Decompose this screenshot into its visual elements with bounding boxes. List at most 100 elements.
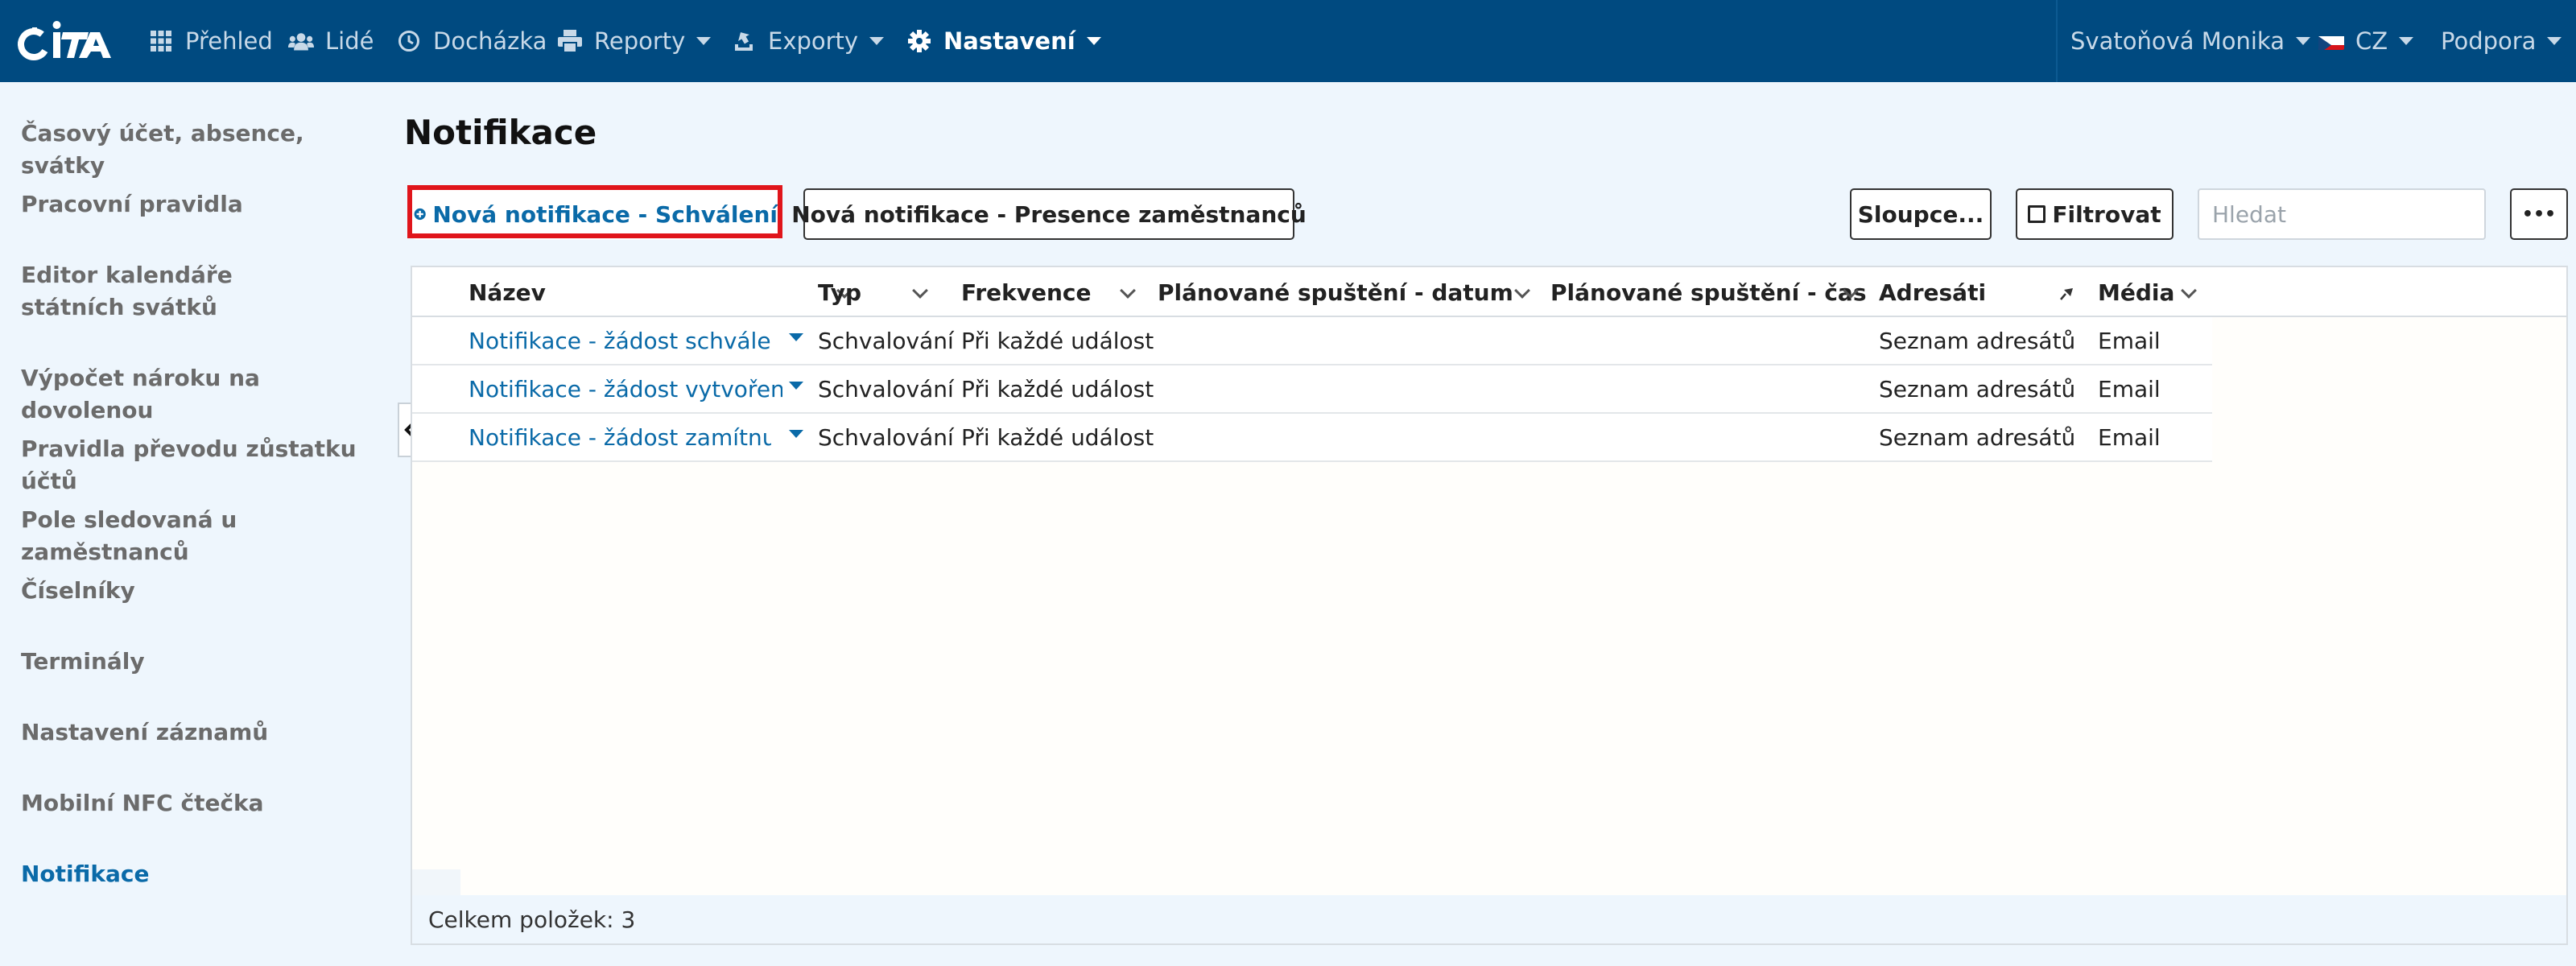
nav-item-exports[interactable]: Exporty	[731, 0, 885, 82]
user-menu[interactable]: Svatoňová Monika	[2070, 0, 2310, 82]
cita-logo[interactable]	[16, 18, 122, 64]
nav-label: Přehled	[185, 27, 273, 55]
sidebar-item-work-rules[interactable]: Pracovní pravidla	[21, 188, 375, 221]
sidebar-item-balance-transfer[interactable]: Pravidla převodu zůstatku účtů	[21, 433, 386, 497]
table-row[interactable]: Notifikace - žádost vytvořena Schvalován…	[412, 365, 2212, 414]
ellipsis-icon: •••	[2521, 204, 2557, 225]
notification-name-link[interactable]: Notifikace - žádost zamítnu...	[469, 414, 771, 460]
nav-label: Exporty	[768, 27, 859, 55]
column-label: Frekvence	[961, 279, 1092, 306]
column-header-type[interactable]: Typ	[818, 267, 955, 317]
nav-item-settings[interactable]: Nastavení	[906, 0, 1101, 82]
column-label: Plánované spuštění - čas	[1550, 279, 1867, 306]
sidebar-item-terminals[interactable]: Terminály	[21, 646, 375, 678]
scheduled-time-cell	[1550, 365, 1872, 412]
support-label: Podpora	[2441, 27, 2537, 55]
chevron-down-icon	[2399, 37, 2414, 45]
columns-button[interactable]: Sloupce...	[1850, 188, 1992, 240]
recipients-cell: Seznam adresátů	[1879, 327, 2076, 354]
nav-label: Docházka	[433, 27, 547, 55]
button-label: Filtrovat	[2052, 200, 2161, 228]
chevron-down-icon	[1514, 283, 1530, 299]
nav-item-overview[interactable]: Přehled	[148, 0, 273, 82]
czech-flag-icon	[2318, 32, 2344, 50]
new-approval-notification-button[interactable]: Nová notifikace - Schválení	[412, 188, 779, 240]
export-icon	[731, 28, 757, 54]
table-row[interactable]: Notifikace - žádost schvále... Schvalová…	[412, 317, 2212, 365]
column-header-frequency[interactable]: Frekvence	[961, 267, 1154, 317]
chevron-down-icon	[2547, 37, 2562, 45]
language-menu[interactable]: CZ	[2318, 0, 2414, 82]
plus-circle-icon	[414, 208, 426, 221]
column-header-scheduled-date[interactable]: Plánované spuštění - datum	[1158, 267, 1544, 317]
printer-icon	[557, 28, 583, 54]
language-label: CZ	[2355, 27, 2388, 55]
scheduled-date-cell	[1158, 317, 1544, 364]
button-label: Sloupce...	[1857, 200, 1984, 228]
caret-down-icon[interactable]	[789, 333, 803, 341]
column-label: Plánované spuštění - datum	[1158, 279, 1513, 306]
notification-name-link[interactable]: Notifikace - žádost schvále...	[469, 317, 771, 364]
media-cell: Email	[2098, 423, 2161, 451]
chevron-down-icon	[2295, 37, 2310, 45]
column-header-media[interactable]: Média	[2098, 267, 2227, 317]
scheduled-time-cell	[1550, 317, 1872, 364]
grid-scroll-corner	[412, 869, 460, 895]
column-header-recipients[interactable]: Adresáti	[1879, 267, 2080, 317]
nav-item-reports[interactable]: Reporty	[557, 0, 712, 82]
chevron-down-icon	[912, 283, 928, 299]
media-cell: Email	[2098, 327, 2161, 354]
table-row[interactable]: Notifikace - žádost zamítnu... Schvalová…	[412, 414, 2212, 462]
users-icon	[288, 28, 314, 54]
caret-down-icon[interactable]	[789, 382, 803, 390]
type-cell: Schvalování	[818, 375, 954, 402]
column-header-name[interactable]: Název	[469, 267, 852, 317]
support-menu[interactable]: Podpora	[2441, 0, 2562, 82]
sidebar-item-nfc-reader[interactable]: Mobilní NFC čtečka	[21, 787, 375, 819]
media-cell: Email	[2098, 375, 2161, 402]
nav-item-attendance[interactable]: Docházka	[396, 0, 547, 82]
chevron-down-icon	[1086, 37, 1101, 45]
type-cell: Schvalování	[818, 423, 954, 451]
sidebar-item-employee-fields[interactable]: Pole sledovaná u zaměstnanců	[21, 504, 386, 568]
filter-button[interactable]: Filtrovat	[2016, 188, 2174, 240]
sidebar-item-time-account[interactable]: Časový účet, absence, svátky	[21, 118, 375, 182]
button-label: Nová notifikace - Schválení	[432, 200, 778, 228]
settings-sidebar: Časový účet, absence, svátky Pracovní pr…	[0, 82, 386, 966]
total-items-label: Celkem položek: 3	[428, 906, 636, 933]
frequency-cell: Při každé události	[961, 375, 1154, 402]
scheduled-date-cell	[1158, 414, 1544, 460]
new-presence-notification-button[interactable]: Nová notifikace - Presence zaměstnanců	[791, 188, 1307, 240]
scheduled-time-cell	[1550, 414, 1872, 460]
notifications-grid: Název Typ Frekvence Plánované spuštění -…	[411, 266, 2568, 945]
search-input[interactable]	[2198, 188, 2486, 240]
nav-item-people[interactable]: Lidé	[288, 0, 374, 82]
chevron-down-icon	[2181, 283, 2197, 299]
chevron-down-icon	[1120, 283, 1136, 299]
sidebar-item-codebooks[interactable]: Číselníky	[21, 575, 375, 607]
notification-name-link[interactable]: Notifikace - žádost vytvořena	[469, 365, 782, 412]
pin-icon	[2060, 288, 2073, 300]
column-label: Název	[469, 279, 546, 306]
sidebar-item-vacation-calc[interactable]: Výpočet nároku na dovolenou	[21, 362, 375, 427]
nav-label: Reporty	[594, 27, 686, 55]
recipients-cell: Seznam adresátů	[1879, 423, 2076, 451]
type-cell: Schvalování	[818, 327, 954, 354]
nav-label: Nastavení	[943, 27, 1075, 55]
sidebar-item-notifications[interactable]: Notifikace	[21, 858, 375, 890]
gear-icon	[906, 28, 932, 54]
more-options-button[interactable]: •••	[2510, 188, 2568, 240]
frequency-cell: Při každé události	[961, 327, 1154, 354]
nav-divider	[2056, 0, 2058, 82]
grid-icon	[148, 28, 174, 54]
column-label: Typ	[818, 279, 862, 306]
column-header-scheduled-time[interactable]: Plánované spuštění - čas	[1550, 267, 1872, 317]
caret-down-icon[interactable]	[789, 430, 803, 438]
clock-icon	[396, 28, 422, 54]
recipients-cell: Seznam adresátů	[1879, 375, 2076, 402]
grid-header: Název Typ Frekvence Plánované spuštění -…	[412, 267, 2566, 317]
page-title: Notifikace	[404, 113, 597, 152]
sidebar-item-record-settings[interactable]: Nastavení záznamů	[21, 716, 375, 749]
button-label: Nová notifikace - Presence zaměstnanců	[791, 200, 1307, 228]
sidebar-item-holiday-editor[interactable]: Editor kalendáře státních svátků	[21, 259, 343, 324]
